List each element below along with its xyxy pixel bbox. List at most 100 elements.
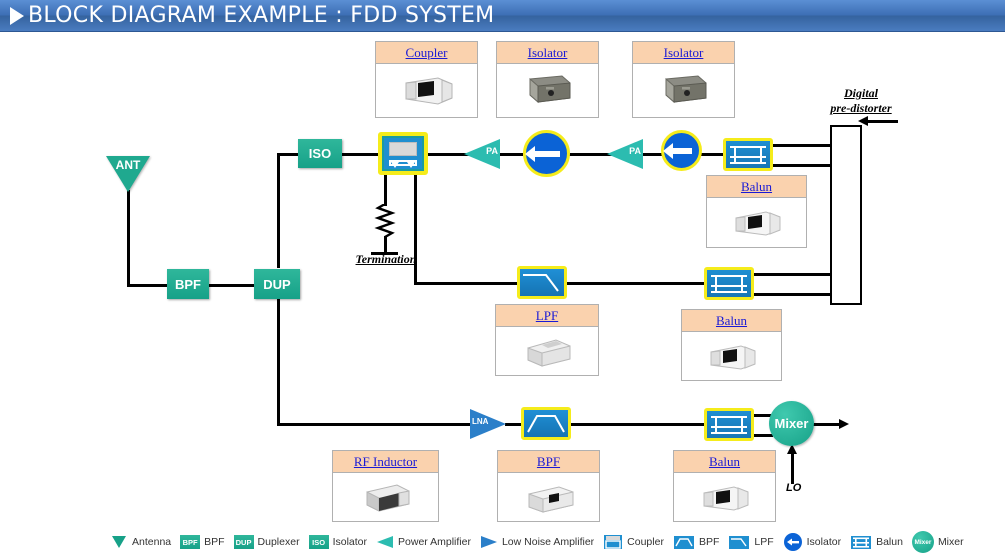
wire-dup-up <box>277 153 280 268</box>
legend-item-isolator-symbol: Isolator <box>783 532 841 552</box>
card-title: Balun <box>715 312 748 328</box>
lpf-smd-icon <box>527 338 571 367</box>
balun-bar-right <box>741 416 743 434</box>
termination-label: Termination <box>355 252 417 266</box>
component-card-rf-inductor[interactable]: RF Inductor <box>332 450 439 522</box>
lpf-icon <box>729 535 750 549</box>
wire-iso-to-coupler <box>340 153 380 156</box>
wire-dup-down-rx <box>277 298 280 426</box>
component-card-lpf[interactable]: LPF <box>495 304 599 376</box>
balun-body <box>707 411 751 438</box>
isolator-block[interactable]: ISO <box>298 139 342 168</box>
balun-bar-right <box>760 146 762 164</box>
coupler-smd-icon <box>405 77 452 105</box>
balun-symbol-3[interactable] <box>704 408 754 441</box>
card-photo <box>376 64 477 118</box>
coupler-body <box>382 136 424 171</box>
card-title: Balun <box>740 178 773 194</box>
lpf-symbol[interactable] <box>517 266 567 299</box>
coupler-symbol[interactable] <box>378 132 428 175</box>
digital-predistorter-label: Digital pre-distorter <box>806 86 916 116</box>
page-title: BLOCK DIAGRAM EXAMPLE : FDD SYSTEM <box>28 3 495 28</box>
isolator-arrow-icon <box>524 145 560 162</box>
pa2-label: PA <box>629 146 641 156</box>
component-card-balun-2[interactable]: Balun <box>681 309 782 381</box>
isolator-icon <box>783 533 802 551</box>
component-card-coupler[interactable]: Coupler <box>375 41 478 118</box>
wire-balun2-top-to-pd <box>753 273 833 276</box>
balun-bar-right <box>741 275 743 293</box>
component-card-balun-1[interactable]: Balun <box>706 175 807 248</box>
antenna-symbol[interactable]: ANT <box>106 156 150 192</box>
low-noise-amplifier[interactable]: LNA <box>470 409 506 439</box>
card-header: Coupler <box>376 42 477 64</box>
card-title: Isolator <box>527 44 568 60</box>
mixer-symbol[interactable]: Mixer <box>769 401 814 446</box>
legend-item-duplexer: DUP Duplexer <box>233 535 300 549</box>
wire-coupled-to-lpf <box>414 282 518 285</box>
isolator-chip-icon: ISO <box>308 535 329 549</box>
wire-pd-input <box>866 120 898 123</box>
legend-item-coupler: Coupler <box>603 534 664 550</box>
card-header: Balun <box>707 176 806 198</box>
component-card-bpf[interactable]: BPF <box>497 450 600 522</box>
component-card-balun-3[interactable]: Balun <box>673 450 776 522</box>
legend-label: BPF <box>204 536 225 548</box>
wire-lo-input <box>791 452 794 484</box>
isolator-smd-icon <box>529 75 570 104</box>
legend-label: Power Amplifier <box>398 536 471 548</box>
power-amplifier-2[interactable]: PA <box>607 139 643 169</box>
power-amplifier-1[interactable]: PA <box>464 139 500 169</box>
card-photo <box>682 332 781 381</box>
legend-item-bpf: BPF BPF <box>180 535 225 549</box>
card-header: RF Inductor <box>333 451 438 473</box>
lna-label: LNA <box>472 417 489 426</box>
component-card-isolator-2[interactable]: Isolator <box>632 41 735 118</box>
pa1-label: PA <box>486 146 498 156</box>
wire-coupler-to-pa1 <box>427 153 467 156</box>
legend-item-lpf-symbol: LPF <box>728 535 774 550</box>
bpf-block[interactable]: BPF <box>167 269 209 299</box>
legend-label: Mixer <box>937 536 964 548</box>
wire-mixer-output <box>813 423 841 426</box>
balun-smd-icon <box>710 344 755 370</box>
chip-text: Mixer <box>914 538 932 546</box>
balun-symbol-1[interactable] <box>723 138 773 171</box>
lpf-curve-icon <box>523 274 559 292</box>
antenna-label: ANT <box>115 158 141 172</box>
isolator-symbol-2[interactable] <box>661 130 702 171</box>
legend-label: Isolator <box>332 536 368 548</box>
wire-balun1-top-to-pd <box>772 144 833 147</box>
isolator-block-label: ISO <box>308 146 332 161</box>
card-title: BPF <box>536 453 561 469</box>
card-title: Coupler <box>405 44 448 60</box>
balun-body <box>726 141 770 168</box>
wire-ant-down <box>127 190 130 286</box>
wire-bpf-to-balun3 <box>568 423 706 426</box>
digital-predistorter-box[interactable] <box>830 125 862 305</box>
wire-coupler-termination <box>384 172 387 206</box>
bpf-smd-icon <box>528 485 573 513</box>
coupler-arrow-left-icon <box>391 162 399 168</box>
legend-item-antenna: Antenna <box>110 535 171 549</box>
balun-symbol-2[interactable] <box>704 267 754 300</box>
duplexer-block[interactable]: DUP <box>254 269 300 299</box>
legend-label: Balun <box>876 536 903 548</box>
card-header: Isolator <box>633 42 734 64</box>
balun-smd-icon <box>735 211 780 236</box>
bpf-symbol[interactable] <box>521 407 571 440</box>
legend-item-mixer: Mixer Mixer <box>911 531 964 553</box>
balun-smd-icon <box>703 485 748 511</box>
termination-resistor-icon <box>374 204 396 238</box>
wire-to-iso <box>277 153 300 156</box>
isolator-symbol-1[interactable] <box>523 130 570 177</box>
card-photo <box>496 327 598 376</box>
duplexer-chip-icon: DUP <box>233 535 254 549</box>
bpf-curve-icon <box>527 415 565 433</box>
component-card-isolator-1[interactable]: Isolator <box>496 41 599 118</box>
mixer-output-arrow-icon <box>839 419 849 429</box>
card-header: Balun <box>682 310 781 332</box>
legend-label: BPF <box>698 536 720 548</box>
balun-body <box>707 270 751 297</box>
card-photo <box>633 64 734 118</box>
